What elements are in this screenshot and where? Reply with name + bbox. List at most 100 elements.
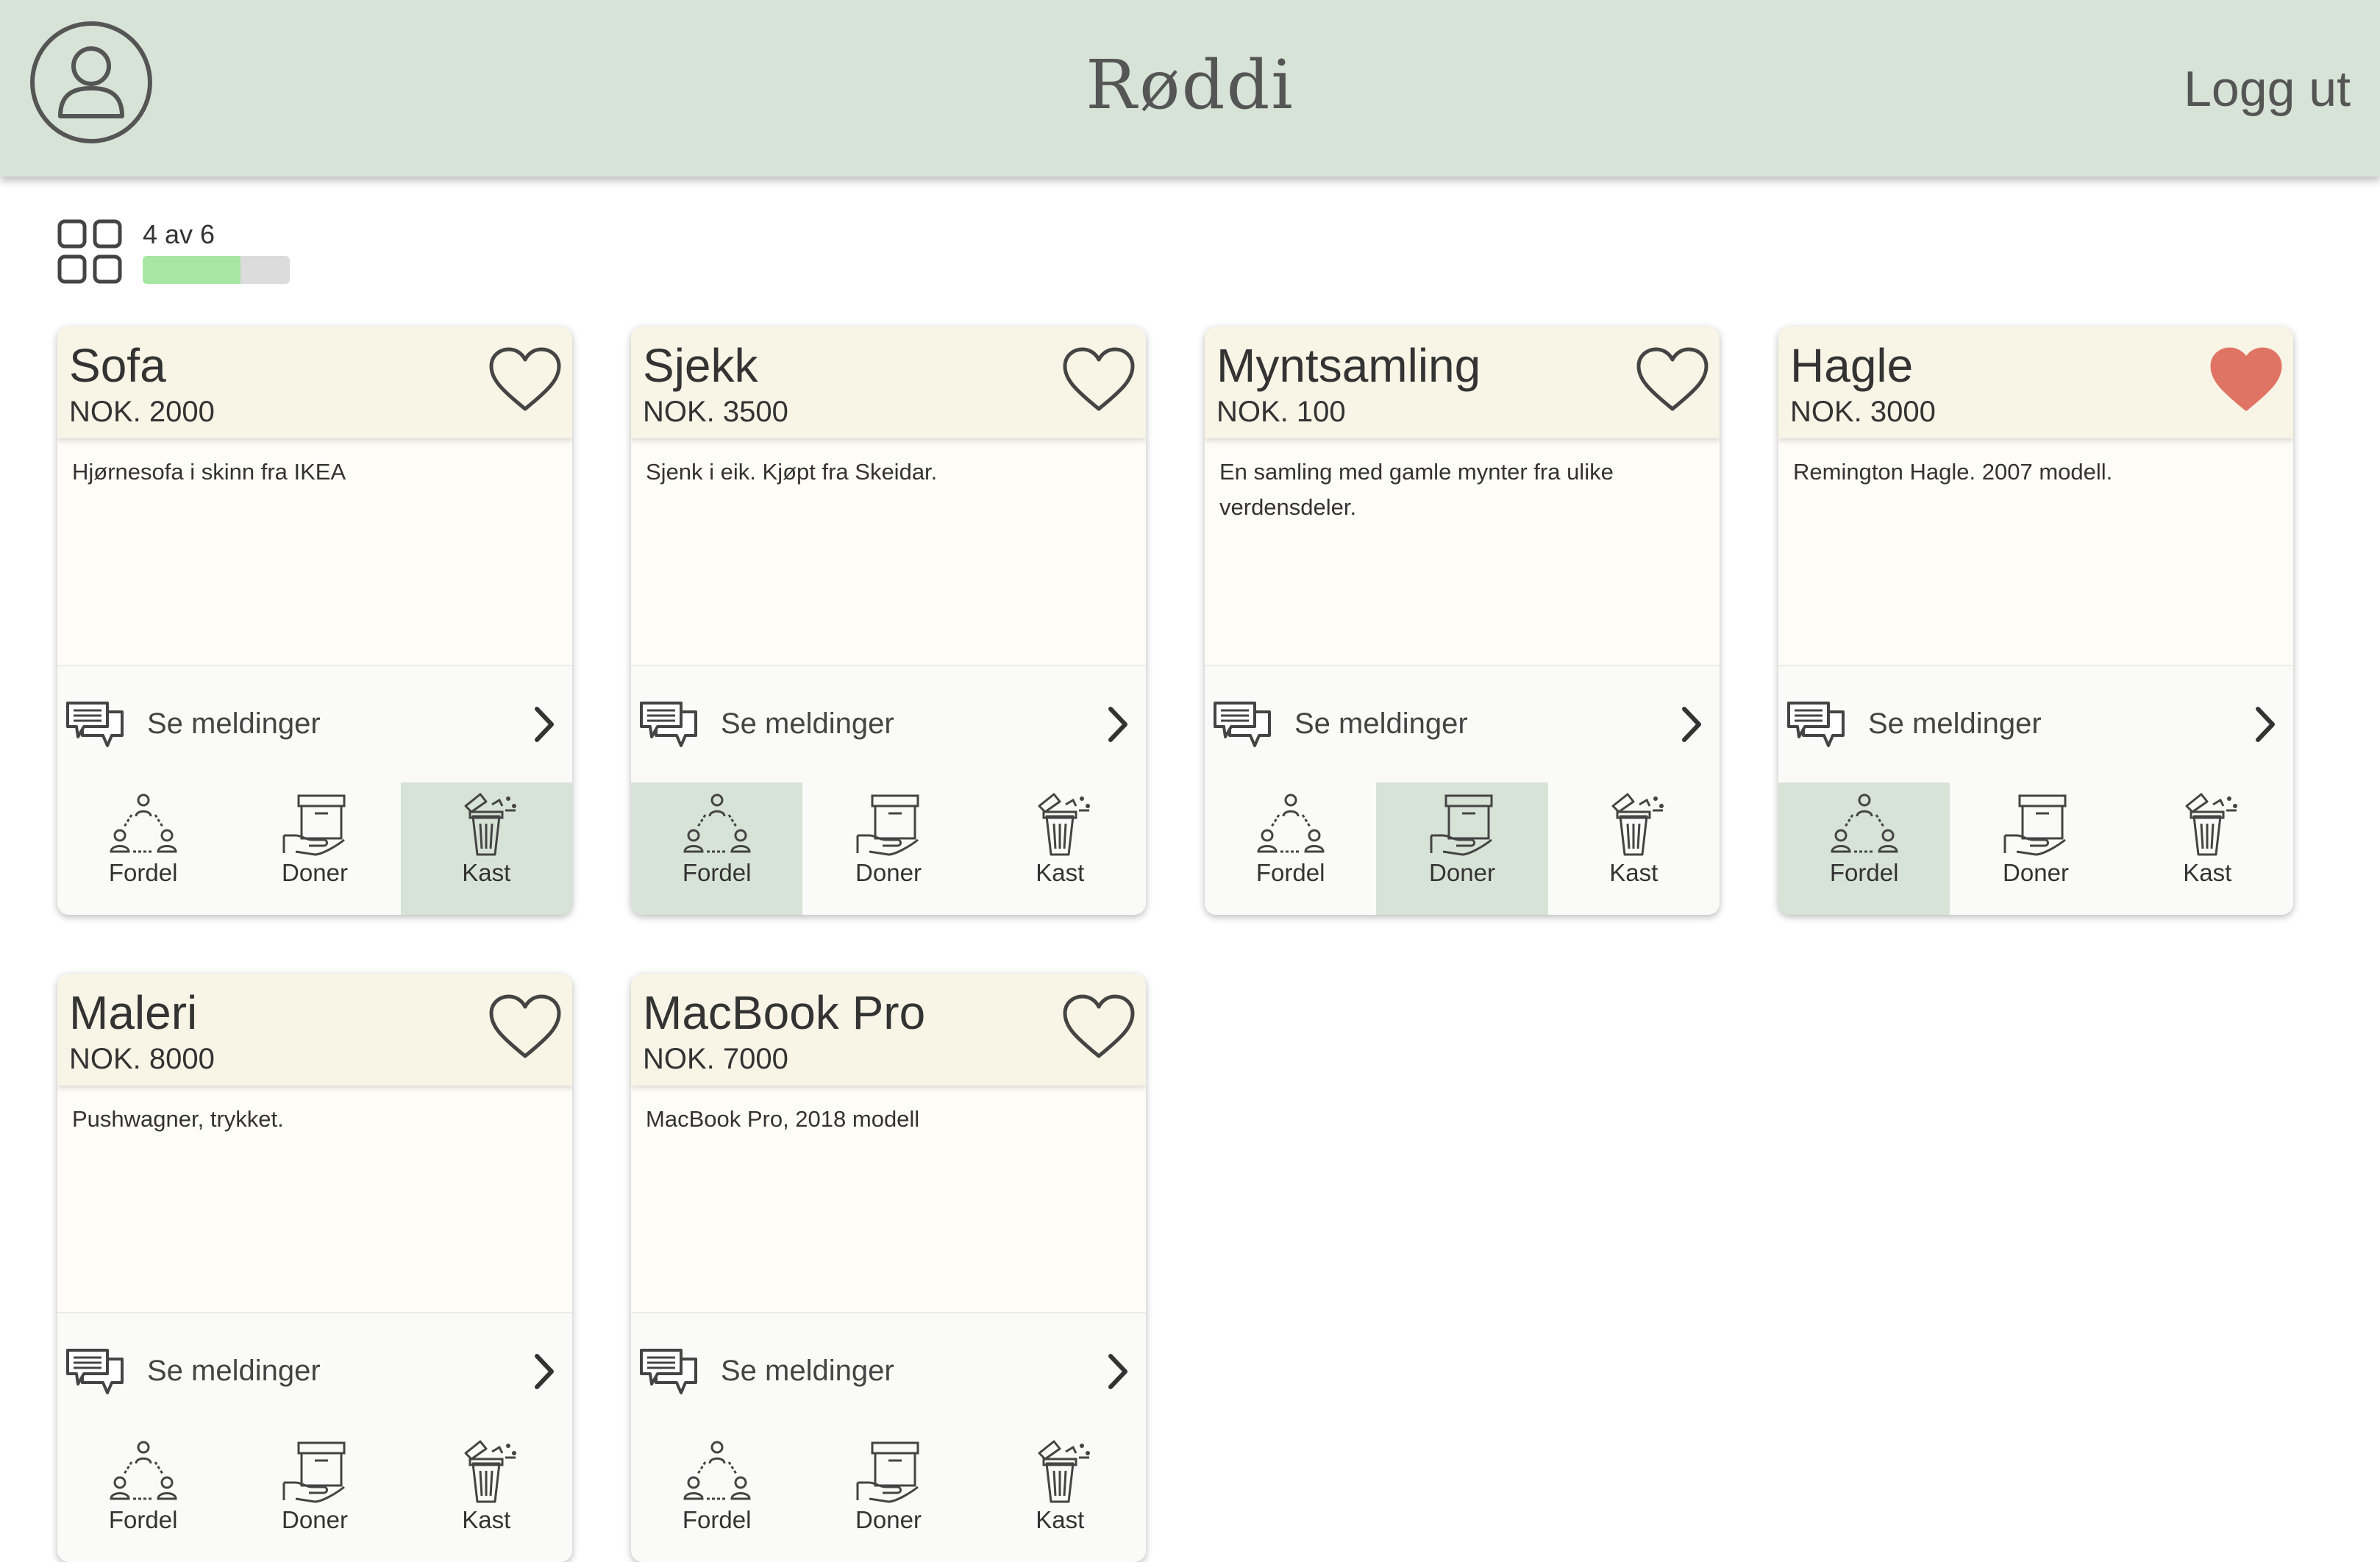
discard-label: Kast xyxy=(1036,859,1085,886)
discard-button[interactable]: Kast xyxy=(400,782,572,915)
discard-button[interactable]: Kast xyxy=(974,1430,1146,1562)
chevron-right-icon xyxy=(535,707,554,742)
item-title: Sjekk xyxy=(643,339,758,392)
item-actions: Fordel Doner Kast xyxy=(1778,782,2293,915)
progress-label: 4 av 6 xyxy=(143,219,215,249)
donate-label: Doner xyxy=(282,1506,348,1533)
trash-can-icon xyxy=(1038,793,1091,856)
donate-box-icon xyxy=(2003,794,2067,856)
distribute-button[interactable]: Fordel xyxy=(1778,782,1950,915)
discard-label: Kast xyxy=(462,1506,511,1533)
item-card-macbook-pro: MacBook Pro NOK. 7000 MacBook Pro, 2018 … xyxy=(631,974,1146,1562)
item-description: En samling med gamle mynter fra ulike ve… xyxy=(1219,459,1614,520)
see-messages-button[interactable]: Se meldinger xyxy=(631,665,1146,784)
favorite-heart-icon[interactable] xyxy=(1061,993,1137,1062)
trash-can-icon xyxy=(1611,793,1664,856)
chat-bubbles-icon xyxy=(66,702,124,747)
donate-button[interactable]: Doner xyxy=(802,1430,975,1562)
discard-button[interactable]: Kast xyxy=(1547,782,1720,915)
trash-can-icon xyxy=(464,1440,517,1503)
distribute-label: Fordel xyxy=(1255,859,1325,886)
item-card-sjekk: Sjekk NOK. 3500 Sjenk i eik. Kjøpt fra S… xyxy=(631,327,1146,915)
grid-view-icon[interactable] xyxy=(57,219,122,284)
donate-button[interactable]: Doner xyxy=(1950,782,2122,915)
favorite-heart-icon[interactable] xyxy=(1061,346,1137,415)
item-actions: Fordel Doner Kast xyxy=(57,1430,572,1562)
item-price: NOK. 100 xyxy=(1216,396,1346,428)
item-description: Sjenk i eik. Kjøpt fra Skeidar. xyxy=(646,459,938,485)
distribute-label: Fordel xyxy=(1829,859,1899,886)
chat-bubbles-icon xyxy=(640,1349,697,1394)
people-circle-icon xyxy=(110,794,177,853)
donate-label: Doner xyxy=(855,859,922,886)
app-brand: Røddi xyxy=(1086,46,1294,124)
progress-fill xyxy=(143,256,241,284)
item-card-hagle: Hagle NOK. 3000 Remington Hagle. 2007 mo… xyxy=(1778,327,2293,915)
discard-label: Kast xyxy=(462,859,511,886)
favorite-heart-icon[interactable] xyxy=(487,993,563,1062)
chevron-right-icon xyxy=(535,1354,554,1389)
chat-bubbles-icon xyxy=(640,702,697,747)
item-title: Hagle xyxy=(1790,339,1914,392)
discard-button[interactable]: Kast xyxy=(2121,782,2293,915)
trash-can-icon xyxy=(1038,1440,1091,1503)
chevron-right-icon xyxy=(1108,707,1127,742)
distribute-label: Fordel xyxy=(682,859,752,886)
people-circle-icon xyxy=(683,1441,751,1500)
see-messages-button[interactable]: Se meldinger xyxy=(1778,665,2293,784)
distribute-button[interactable]: Fordel xyxy=(631,782,803,915)
donate-label: Doner xyxy=(282,859,348,886)
logout-button[interactable]: Logg ut xyxy=(2184,60,2351,118)
app-header: Røddi Logg ut xyxy=(0,0,2380,176)
people-circle-icon xyxy=(1831,794,1898,853)
donate-button[interactable]: Doner xyxy=(1376,782,1548,915)
chat-bubbles-icon xyxy=(1214,702,1271,747)
discard-button[interactable]: Kast xyxy=(400,1430,572,1562)
item-card-maleri: Maleri NOK. 8000 Pushwagner, trykket. Se… xyxy=(57,974,572,1562)
item-actions: Fordel Doner Kast xyxy=(57,782,572,915)
progress-bar xyxy=(143,256,290,284)
see-messages-button[interactable]: Se meldinger xyxy=(1205,665,1720,784)
favorite-heart-icon[interactable] xyxy=(1634,346,1711,415)
donate-button[interactable]: Doner xyxy=(229,1430,401,1562)
discard-button[interactable]: Kast xyxy=(974,782,1146,915)
item-price: NOK. 2000 xyxy=(69,396,215,428)
donate-label: Doner xyxy=(2003,859,2069,886)
people-circle-icon xyxy=(683,794,751,853)
see-messages-button[interactable]: Se meldinger xyxy=(631,1312,1146,1431)
favorite-heart-icon[interactable] xyxy=(2208,346,2284,415)
distribute-button[interactable]: Fordel xyxy=(57,1430,229,1562)
discard-label: Kast xyxy=(1609,859,1658,886)
distribute-button[interactable]: Fordel xyxy=(631,1430,803,1562)
see-messages-button[interactable]: Se meldinger xyxy=(57,1312,572,1431)
donate-box-icon xyxy=(282,794,346,856)
donate-button[interactable]: Doner xyxy=(229,782,401,915)
chevron-right-icon xyxy=(2256,707,2275,742)
item-title: Sofa xyxy=(69,339,166,392)
item-card-header: Hagle NOK. 3000 xyxy=(1778,327,2293,438)
see-messages-button[interactable]: Se meldinger xyxy=(57,665,572,784)
distribute-button[interactable]: Fordel xyxy=(1205,782,1377,915)
donate-box-icon xyxy=(282,1441,346,1503)
favorite-heart-icon[interactable] xyxy=(487,346,563,415)
item-price: NOK. 3500 xyxy=(643,396,788,428)
distribute-label: Fordel xyxy=(108,1506,178,1533)
see-messages-label: Se meldinger xyxy=(1294,707,1468,740)
see-messages-label: Se meldinger xyxy=(147,1355,321,1387)
discard-label: Kast xyxy=(2183,859,2232,886)
item-description: Pushwagner, trykket. xyxy=(72,1106,284,1132)
donate-box-icon xyxy=(856,1441,919,1503)
distribute-label: Fordel xyxy=(682,1506,752,1533)
item-price: NOK. 8000 xyxy=(69,1043,215,1075)
item-actions: Fordel Doner Kast xyxy=(631,1430,1146,1562)
item-card-header: Sofa NOK. 2000 xyxy=(57,327,572,438)
item-title: Maleri xyxy=(69,986,198,1039)
distribute-button[interactable]: Fordel xyxy=(57,782,229,915)
chevron-right-icon xyxy=(1682,707,1701,742)
item-card-header: Myntsamling NOK. 100 xyxy=(1205,327,1720,438)
donate-button[interactable]: Doner xyxy=(802,782,975,915)
people-circle-icon xyxy=(1257,794,1325,853)
see-messages-label: Se meldinger xyxy=(721,707,894,740)
item-card-sofa: Sofa NOK. 2000 Hjørnesofa i skinn fra IK… xyxy=(57,327,572,915)
people-circle-icon xyxy=(110,1441,177,1500)
